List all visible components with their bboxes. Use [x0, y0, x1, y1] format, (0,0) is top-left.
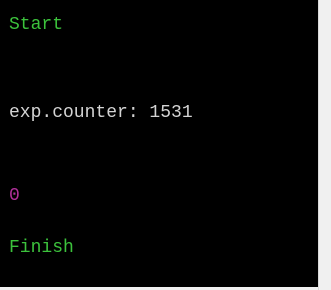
console-line-start: Start	[9, 15, 64, 35]
console-line-counter: exp.counter: 1531	[9, 103, 193, 123]
console-line-finish: Finish	[9, 238, 74, 258]
vertical-scrollbar[interactable]	[318, 0, 331, 290]
console-line-zero: 0	[9, 186, 20, 206]
console-output: Start exp.counter: 1531 0 Finish	[0, 0, 318, 287]
